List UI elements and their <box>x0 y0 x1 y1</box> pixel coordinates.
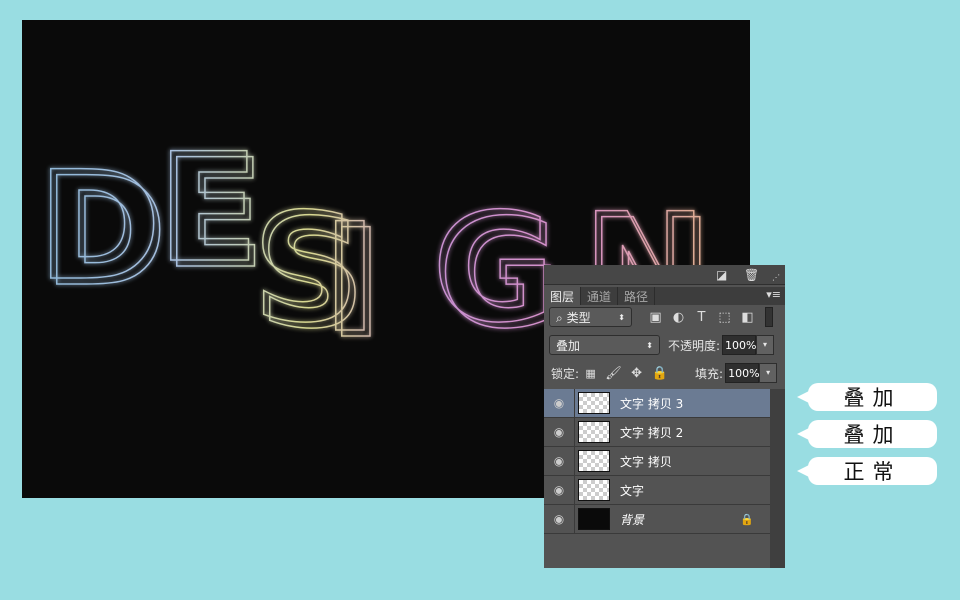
lock-row: 锁定: ▦ 🖌 ✥ 🔒 填充: 100% ▾ <box>544 363 785 383</box>
layer-thumbnail <box>578 479 610 501</box>
updown-icon: ⬍ <box>618 312 625 322</box>
opacity-input[interactable]: 100% <box>722 335 757 355</box>
fill-dropdown[interactable]: ▾ <box>759 363 778 383</box>
layer-name: 文字 拷贝 2 <box>620 425 684 440</box>
layers-panel: ◪ 🗑 ⋰ 图层 通道 路径 ▾≡ ⌕ 类型 ⬍ ▣ ◐ T ⬚ ◧ 叠加 ⬍ 不透… <box>544 265 785 568</box>
blend-mode-value: 叠加 <box>556 338 581 353</box>
layer-list: ◉ 文字 拷贝 3 ◉ 文字 拷贝 2 ◉ 文字 拷贝 ◉ 文字 ◉ 背景 🔒 <box>544 389 770 534</box>
lock-label: 锁定: <box>551 366 580 381</box>
resize-grip-icon[interactable]: ⋰ <box>772 273 780 282</box>
layer-row[interactable]: ◉ 文字 拷贝 <box>544 447 770 476</box>
blend-row: 叠加 ⬍ 不透明度: 100% ▾ <box>544 335 785 355</box>
image-filter-icon[interactable]: ▣ <box>644 310 667 325</box>
filter-type-select[interactable]: ⌕ 类型 ⬍ <box>549 307 632 327</box>
trash-icon[interactable]: 🗑 <box>744 268 759 282</box>
callout-blend-normal: 正常 <box>797 457 937 485</box>
eye-icon[interactable]: ◉ <box>544 476 575 504</box>
layer-row[interactable]: ◉ 文字 <box>544 476 770 505</box>
shape-filter-icon[interactable]: ⬚ <box>713 310 736 325</box>
layer-row[interactable]: ◉ 背景 🔒 <box>544 505 770 534</box>
layer-thumbnail <box>578 508 610 530</box>
eye-icon[interactable]: ◉ <box>544 447 575 475</box>
lock-all-icon[interactable]: 🔒 <box>648 366 671 381</box>
search-icon: ⌕ <box>556 310 563 325</box>
layer-name: 文字 <box>620 483 645 498</box>
fill-input[interactable]: 100% <box>725 363 760 383</box>
panel-tabs: 图层 通道 路径 ▾≡ <box>544 287 785 305</box>
tab-channels[interactable]: 通道 <box>581 287 619 305</box>
filter-label: 类型 <box>566 310 591 325</box>
filter-row: ⌕ 类型 ⬍ ▣ ◐ T ⬚ ◧ <box>544 307 785 327</box>
blend-mode-select[interactable]: 叠加 ⬍ <box>549 335 660 355</box>
lock-transparent-icon[interactable]: ▦ <box>579 367 602 380</box>
layer-name: 文字 拷贝 3 <box>620 396 684 411</box>
layer-name: 背景 <box>620 512 645 527</box>
callout-blend-overlay: 叠加 <box>797 420 937 448</box>
fill-label: 填充: <box>695 366 724 381</box>
layer-name: 文字 拷贝 <box>620 454 672 469</box>
opacity-dropdown[interactable]: ▾ <box>756 335 775 355</box>
scrollbar[interactable] <box>770 389 785 568</box>
layer-thumbnail <box>578 421 610 443</box>
tab-layers[interactable]: 图层 <box>544 287 582 305</box>
lock-icon: 🔒 <box>740 512 754 526</box>
panel-menu-icon[interactable]: ▾≡ <box>766 288 781 301</box>
opacity-label: 不透明度: <box>668 338 721 353</box>
filter-toggle[interactable] <box>765 307 773 327</box>
panel-topbar: ◪ 🗑 ⋰ <box>544 265 785 285</box>
eye-icon[interactable]: ◉ <box>544 389 575 417</box>
layer-thumbnail <box>578 392 610 414</box>
callout-blend-overlay: 叠加 <box>797 383 937 411</box>
lock-paint-brush-icon[interactable]: 🖌 <box>602 366 625 381</box>
text-filter-icon[interactable]: T <box>690 310 713 325</box>
new-layer-icon[interactable]: ◪ <box>716 268 727 282</box>
adjustment-filter-icon[interactable]: ◐ <box>667 310 690 325</box>
tab-paths[interactable]: 路径 <box>618 287 656 305</box>
layer-row[interactable]: ◉ 文字 拷贝 3 <box>544 389 770 418</box>
layer-thumbnail <box>578 450 610 472</box>
smart-object-filter-icon[interactable]: ◧ <box>736 310 759 325</box>
eye-icon[interactable]: ◉ <box>544 418 575 446</box>
eye-icon[interactable]: ◉ <box>544 505 575 533</box>
lock-move-icon[interactable]: ✥ <box>625 366 648 381</box>
layer-row[interactable]: ◉ 文字 拷贝 2 <box>544 418 770 447</box>
